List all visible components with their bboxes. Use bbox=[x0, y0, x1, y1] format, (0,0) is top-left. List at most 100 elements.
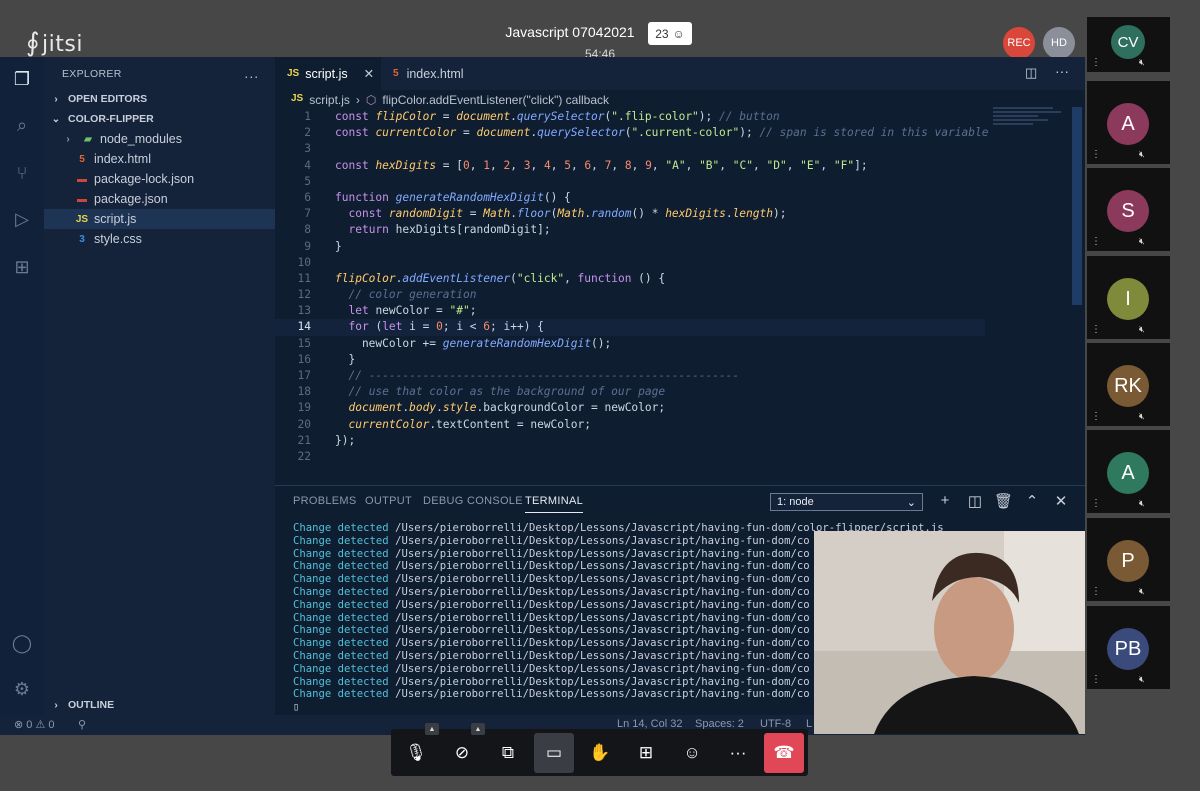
more-actions-icon[interactable]: ··· bbox=[1055, 63, 1069, 79]
file-label: style.css bbox=[94, 232, 142, 246]
video-quality-badge[interactable]: HD bbox=[1043, 27, 1075, 59]
editor-scrollbar[interactable] bbox=[1072, 107, 1082, 305]
chevron-right-icon: › bbox=[54, 699, 58, 711]
split-editor-icon[interactable]: ◫ bbox=[1025, 65, 1037, 81]
local-video[interactable] bbox=[814, 531, 1085, 734]
tile-menu-icon[interactable]: ⋮ bbox=[1091, 498, 1101, 509]
new-terminal-icon[interactable]: + bbox=[936, 492, 954, 509]
participant-tile[interactable]: S ⋮ 🔇︎ bbox=[1087, 168, 1170, 251]
tile-view-button[interactable]: ⊞ bbox=[626, 733, 666, 773]
chevron-up-icon[interactable]: ⌃ bbox=[1023, 492, 1041, 510]
raise-hand-button[interactable]: ✋ bbox=[580, 733, 620, 773]
hangup-button[interactable]: ☎ bbox=[764, 733, 804, 773]
code-area[interactable]: 1 const flipColor = document.querySelecto… bbox=[275, 109, 988, 465]
jitsi-mark-icon: ∮ bbox=[26, 28, 41, 58]
participant-tile[interactable]: A ⋮ 🔇︎ bbox=[1087, 81, 1170, 164]
terminal-line-path: /Users/pieroborrelli/Desktop/Lessons/Jav… bbox=[395, 662, 810, 675]
sync-icon[interactable]: ⚲ bbox=[78, 718, 86, 731]
jitsi-logo[interactable]: ∮jitsi bbox=[26, 28, 83, 58]
close-icon[interactable]: ✕ bbox=[364, 66, 374, 81]
file-style-css[interactable]: 3 style.css bbox=[44, 229, 275, 249]
tab-terminal[interactable]: TERMINAL bbox=[525, 495, 584, 513]
explorer-more-icon[interactable]: ··· bbox=[244, 68, 259, 84]
terminal-line-prefix: Change detected bbox=[293, 637, 389, 650]
video-settings-caret[interactable]: ▲ bbox=[471, 723, 485, 735]
code-line: 19 document.body.style.backgroundColor =… bbox=[297, 401, 666, 415]
minimap[interactable] bbox=[993, 107, 1063, 137]
account-icon[interactable]: ◯ bbox=[10, 631, 34, 655]
participant-tile[interactable]: RK ⋮ 🔇︎ bbox=[1087, 343, 1170, 426]
tab-debug-console[interactable]: DEBUG CONSOLE bbox=[423, 495, 523, 507]
file-index-html[interactable]: 5 index.html bbox=[44, 149, 275, 169]
split-terminal-icon[interactable]: ◫ bbox=[966, 492, 984, 510]
terminal-line-prefix: Change detected bbox=[293, 624, 389, 637]
chat-icon: ▭ bbox=[545, 743, 563, 762]
source-control-icon[interactable]: ⑂ bbox=[10, 161, 34, 185]
file-package-json[interactable]: ▬ package.json bbox=[44, 189, 275, 209]
code-line: 7 const randomDigit = Math.floor(Math.ra… bbox=[304, 207, 787, 221]
participant-tile[interactable]: CV ⋮ 🔇︎ bbox=[1087, 17, 1170, 72]
camera-off-icon: ⊘ bbox=[454, 743, 470, 762]
tile-menu-icon[interactable]: ⋮ bbox=[1091, 324, 1101, 335]
extensions-icon[interactable]: ⊞ bbox=[10, 255, 34, 279]
terminal-line-prefix: Change detected bbox=[293, 662, 389, 675]
terminal-line-prefix: Change detected bbox=[293, 649, 389, 662]
terminal-line-prefix: Change detected bbox=[293, 585, 389, 598]
tab-label: index.html bbox=[406, 66, 464, 81]
participant-avatar: A bbox=[1107, 103, 1149, 145]
trash-icon[interactable]: 🗑 bbox=[994, 492, 1013, 510]
tab-problems[interactable]: PROBLEMS bbox=[293, 495, 357, 507]
camera-toggle[interactable]: ⊘ bbox=[442, 733, 482, 773]
explorer-icon[interactable]: ❐ bbox=[10, 67, 34, 91]
participant-tile[interactable]: P ⋮ 🔇︎ bbox=[1087, 518, 1170, 601]
close-panel-icon[interactable]: ✕ bbox=[1052, 492, 1070, 510]
terminal-line-path: /Users/pieroborrelli/Desktop/Lessons/Jav… bbox=[395, 585, 810, 598]
run-debug-icon[interactable]: ▷ bbox=[10, 207, 34, 231]
terminal-select[interactable]: 1: node ⌄ bbox=[770, 493, 923, 511]
participant-tile[interactable]: PB ⋮ 🔇︎ bbox=[1087, 606, 1170, 689]
line-ending[interactable]: L bbox=[806, 718, 812, 730]
tile-menu-icon[interactable]: ⋮ bbox=[1091, 674, 1101, 685]
participant-avatar: I bbox=[1107, 278, 1149, 320]
breadcrumb: JS script.js › ⬡ flipColor.addEventListe… bbox=[291, 93, 609, 107]
settings-gear-icon[interactable]: ⚙ bbox=[10, 677, 34, 701]
file-node-modules[interactable]: › ▰ node_modules bbox=[44, 129, 275, 149]
folder-icon: ▰ bbox=[84, 133, 92, 145]
tile-menu-icon[interactable]: ⋮ bbox=[1091, 149, 1101, 160]
microphone-toggle[interactable]: 🎙︎ bbox=[396, 733, 436, 773]
participant-tile[interactable]: A ⋮ 🔇︎ bbox=[1087, 430, 1170, 513]
screenshare-button[interactable]: ⧉ bbox=[488, 733, 528, 773]
project-folder[interactable]: ⌄ COLOR-FLIPPER bbox=[44, 109, 275, 129]
tile-menu-icon[interactable]: ⋮ bbox=[1091, 57, 1101, 68]
tab-output[interactable]: OUTPUT bbox=[365, 495, 412, 507]
problems-status[interactable]: ⊗ 0 ⚠ 0 bbox=[14, 718, 54, 731]
explorer-title: EXPLORER bbox=[62, 68, 122, 80]
terminal-line-path: /Users/pieroborrelli/Desktop/Lessons/Jav… bbox=[395, 637, 810, 650]
code-line: 10 bbox=[297, 255, 311, 269]
code-line: 20 currentColor.textContent = newColor; bbox=[297, 417, 591, 431]
file-script-js[interactable]: JS script.js bbox=[44, 209, 275, 229]
tile-menu-icon[interactable]: ⋮ bbox=[1091, 411, 1101, 422]
breadcrumb-symbol[interactable]: flipColor.addEventListener("click") call… bbox=[382, 93, 609, 107]
mic-muted-icon: 🔇︎ bbox=[1139, 57, 1145, 67]
terminal-line-path: /Users/pieroborrelli/Desktop/Lessons/Jav… bbox=[395, 534, 810, 547]
screenshare-icon: ⧉ bbox=[501, 743, 515, 762]
audio-settings-caret[interactable]: ▲ bbox=[425, 723, 439, 735]
html-icon: 5 bbox=[79, 153, 85, 165]
tile-menu-icon[interactable]: ⋮ bbox=[1091, 586, 1101, 597]
participant-tile[interactable]: I ⋮ 🔇︎ bbox=[1087, 256, 1170, 339]
chat-button[interactable]: ▭ bbox=[534, 733, 574, 773]
tab-script-js[interactable]: JS script.js ✕ bbox=[275, 57, 381, 90]
participant-count-button[interactable]: 23 ☺ bbox=[648, 22, 692, 45]
tab-label: script.js bbox=[305, 66, 348, 81]
tab-index-html[interactable]: 5 index.html bbox=[381, 57, 491, 90]
outline-section[interactable]: › OUTLINE bbox=[44, 695, 275, 715]
breadcrumb-file[interactable]: script.js bbox=[309, 93, 350, 107]
project-label: COLOR-FLIPPER bbox=[68, 113, 154, 125]
more-options-button[interactable]: ··· bbox=[718, 733, 758, 773]
search-icon[interactable]: ⌕ bbox=[10, 113, 34, 137]
invite-people-button[interactable]: ☺ bbox=[672, 733, 712, 773]
open-editors-section[interactable]: › OPEN EDITORS bbox=[44, 89, 275, 109]
tile-menu-icon[interactable]: ⋮ bbox=[1091, 236, 1101, 247]
file-package-lock[interactable]: ▬ package-lock.json bbox=[44, 169, 275, 189]
